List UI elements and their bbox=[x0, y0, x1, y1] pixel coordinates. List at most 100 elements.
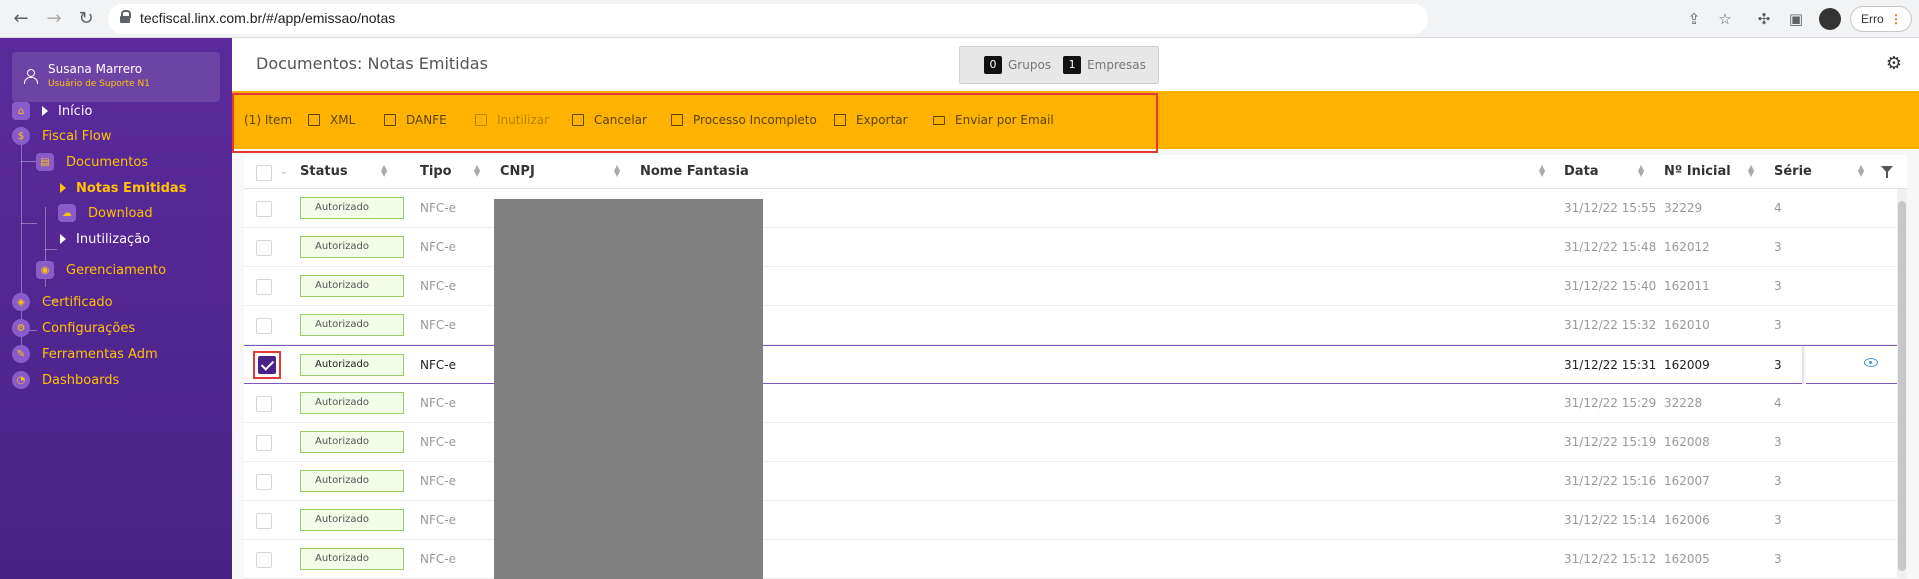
sort-icon[interactable]: ▲ ▼ bbox=[381, 164, 387, 178]
page-header: Documentos: Notas Emitidas 0 Grupos 1 Em… bbox=[232, 38, 1919, 91]
select-all-checkbox[interactable] bbox=[256, 165, 272, 181]
scrollbar-thumb[interactable] bbox=[1898, 201, 1906, 571]
cell-serie: 3 bbox=[1774, 358, 1782, 372]
sidebar-item-configuracoes[interactable]: ⚙ Configurações bbox=[12, 316, 135, 340]
cell-serie: 3 bbox=[1774, 513, 1782, 527]
url-text[interactable]: tecfiscal.linx.com.br/#/app/emissao/nota… bbox=[140, 10, 395, 26]
cell-data: 31/12/22 15:29 bbox=[1564, 396, 1657, 410]
inutilizar-button[interactable]: Inutilizar bbox=[475, 113, 549, 127]
caret-right-icon bbox=[60, 234, 66, 244]
header-nome-fantasia[interactable]: Nome Fantasia bbox=[640, 164, 749, 179]
header-numero-inicial[interactable]: Nº Inicial bbox=[1664, 164, 1731, 179]
cell-data: 31/12/22 15:31 bbox=[1564, 358, 1657, 372]
companies-label: Empresas bbox=[1087, 58, 1146, 72]
cell-data: 31/12/22 15:16 bbox=[1564, 474, 1657, 488]
sort-icon[interactable]: ▲ ▼ bbox=[1748, 164, 1754, 178]
status-badge: Autorizado bbox=[300, 392, 404, 414]
xml-button[interactable]: XML bbox=[308, 113, 355, 127]
row-checkbox[interactable] bbox=[256, 513, 272, 529]
cell-serie: 3 bbox=[1774, 240, 1782, 254]
sort-icon[interactable]: ▲ ▼ bbox=[474, 164, 480, 178]
exportar-button[interactable]: Exportar bbox=[834, 113, 908, 127]
reload-icon[interactable]: ↻ bbox=[74, 7, 98, 31]
sort-icon[interactable]: ▲ ▼ bbox=[1858, 164, 1864, 178]
mail-icon bbox=[933, 115, 945, 125]
danfe-label: DANFE bbox=[406, 113, 447, 127]
star-icon[interactable]: ☆ bbox=[1715, 9, 1735, 29]
cell-serie: 3 bbox=[1774, 552, 1782, 566]
address-bar[interactable]: tecfiscal.linx.com.br/#/app/emissao/nota… bbox=[108, 4, 1428, 34]
cell-tipo: NFC-e bbox=[420, 201, 456, 215]
cancelar-label: Cancelar bbox=[594, 113, 647, 127]
sidebar: Susana Marrero Usuário de Suporte N1 ⌂ I… bbox=[0, 38, 232, 579]
notes-table: ⌄ Status ▲ ▼ Tipo ▲ ▼ CNPJ ▲ ▼ Nome Fantasi… bbox=[244, 155, 1907, 579]
row-checkbox[interactable] bbox=[256, 552, 272, 568]
broadcast-icon: ◉ bbox=[36, 261, 54, 279]
cell-tipo: NFC-e bbox=[420, 279, 456, 293]
danfe-button[interactable]: DANFE bbox=[384, 113, 447, 127]
cell-serie: 3 bbox=[1774, 474, 1782, 488]
share-icon[interactable]: ⇪ bbox=[1684, 9, 1704, 29]
cell-serie: 4 bbox=[1774, 396, 1782, 410]
sidebar-item-fiscal-flow[interactable]: $ Fiscal Flow bbox=[12, 124, 111, 148]
sort-icon[interactable]: ▲ ▼ bbox=[1539, 164, 1545, 178]
processo-incompleto-button[interactable]: Processo Incompleto bbox=[671, 113, 817, 127]
caret-right-icon bbox=[42, 106, 48, 116]
sidebar-item-download[interactable]: ☁ Download bbox=[58, 201, 153, 225]
xml-label: XML bbox=[330, 113, 356, 127]
filter-icon[interactable] bbox=[1881, 166, 1893, 178]
extensions-icon[interactable]: ✣ bbox=[1754, 9, 1774, 29]
enviar-email-button[interactable]: Enviar por Email bbox=[933, 113, 1054, 127]
tree-line bbox=[21, 161, 37, 162]
row-checkbox[interactable] bbox=[256, 240, 272, 256]
header-data[interactable]: Data bbox=[1564, 164, 1599, 179]
table-header: ⌄ Status ▲ ▼ Tipo ▲ ▼ CNPJ ▲ ▼ Nome Fantasi… bbox=[244, 155, 1907, 189]
scrollbar[interactable] bbox=[1897, 189, 1907, 579]
sidebar-item-notas-emitidas[interactable]: Notas Emitidas bbox=[60, 176, 186, 200]
error-button[interactable]: Erro ⋮ bbox=[1850, 6, 1912, 32]
back-icon[interactable]: ← bbox=[9, 7, 33, 31]
sidepanel-icon[interactable]: ▣ bbox=[1786, 9, 1806, 29]
tree-line bbox=[45, 249, 57, 250]
cell-tipo: NFC-e bbox=[420, 358, 456, 372]
chevron-down-icon[interactable]: ⌄ bbox=[280, 168, 288, 177]
sidebar-item-inutilizacao[interactable]: Inutilização bbox=[60, 227, 150, 251]
sidebar-item-label: Ferramentas Adm bbox=[42, 346, 158, 362]
header-cnpj[interactable]: CNPJ bbox=[500, 164, 535, 179]
row-checkbox[interactable] bbox=[256, 435, 272, 451]
settings-gear-icon[interactable]: ⚙ bbox=[1883, 53, 1905, 75]
group-selector[interactable]: 0 Grupos 1 Empresas bbox=[959, 46, 1159, 84]
sidebar-item-inicio[interactable]: ⌂ Início bbox=[12, 99, 92, 123]
eye-icon[interactable] bbox=[1864, 358, 1878, 367]
row-actions-divider bbox=[1802, 346, 1806, 384]
row-checkbox[interactable] bbox=[256, 396, 272, 412]
user-card[interactable]: Susana Marrero Usuário de Suporte N1 bbox=[12, 52, 220, 102]
shield-icon: ◈ bbox=[12, 293, 30, 311]
cancelar-button[interactable]: Cancelar bbox=[572, 113, 647, 127]
header-status[interactable]: Status bbox=[300, 164, 348, 179]
profile-avatar[interactable] bbox=[1819, 8, 1841, 30]
cell-tipo: NFC-e bbox=[420, 240, 456, 254]
row-checkbox[interactable] bbox=[256, 279, 272, 295]
checkbox-highlight bbox=[253, 351, 281, 379]
sidebar-item-dashboards[interactable]: ◔ Dashboards bbox=[12, 368, 119, 392]
cell-data: 31/12/22 15:32 bbox=[1564, 318, 1657, 332]
sort-icon[interactable]: ▲ ▼ bbox=[614, 164, 620, 178]
document-icon bbox=[475, 114, 487, 126]
sidebar-item-documentos[interactable]: ▤ Documentos bbox=[36, 150, 148, 174]
sort-icon[interactable]: ▲ ▼ bbox=[1638, 164, 1644, 178]
row-checkbox[interactable] bbox=[256, 318, 272, 334]
companies-count: 1 bbox=[1063, 56, 1082, 74]
row-checkbox[interactable] bbox=[256, 474, 272, 490]
sidebar-item-gerenciamento[interactable]: ◉ Gerenciamento bbox=[36, 258, 166, 282]
row-checkbox[interactable] bbox=[256, 201, 272, 217]
forward-icon[interactable]: → bbox=[42, 7, 66, 31]
header-tipo[interactable]: Tipo bbox=[420, 164, 452, 179]
tree-line bbox=[21, 223, 37, 224]
header-serie[interactable]: Série bbox=[1774, 164, 1812, 179]
email-label: Enviar por Email bbox=[955, 113, 1054, 127]
sidebar-item-certificado[interactable]: ◈ Certificado bbox=[12, 290, 113, 314]
main-content: Documentos: Notas Emitidas 0 Grupos 1 Em… bbox=[232, 38, 1919, 579]
sidebar-item-label: Documentos bbox=[66, 154, 149, 170]
sidebar-item-ferramentas-adm[interactable]: ✎ Ferramentas Adm bbox=[12, 342, 158, 366]
